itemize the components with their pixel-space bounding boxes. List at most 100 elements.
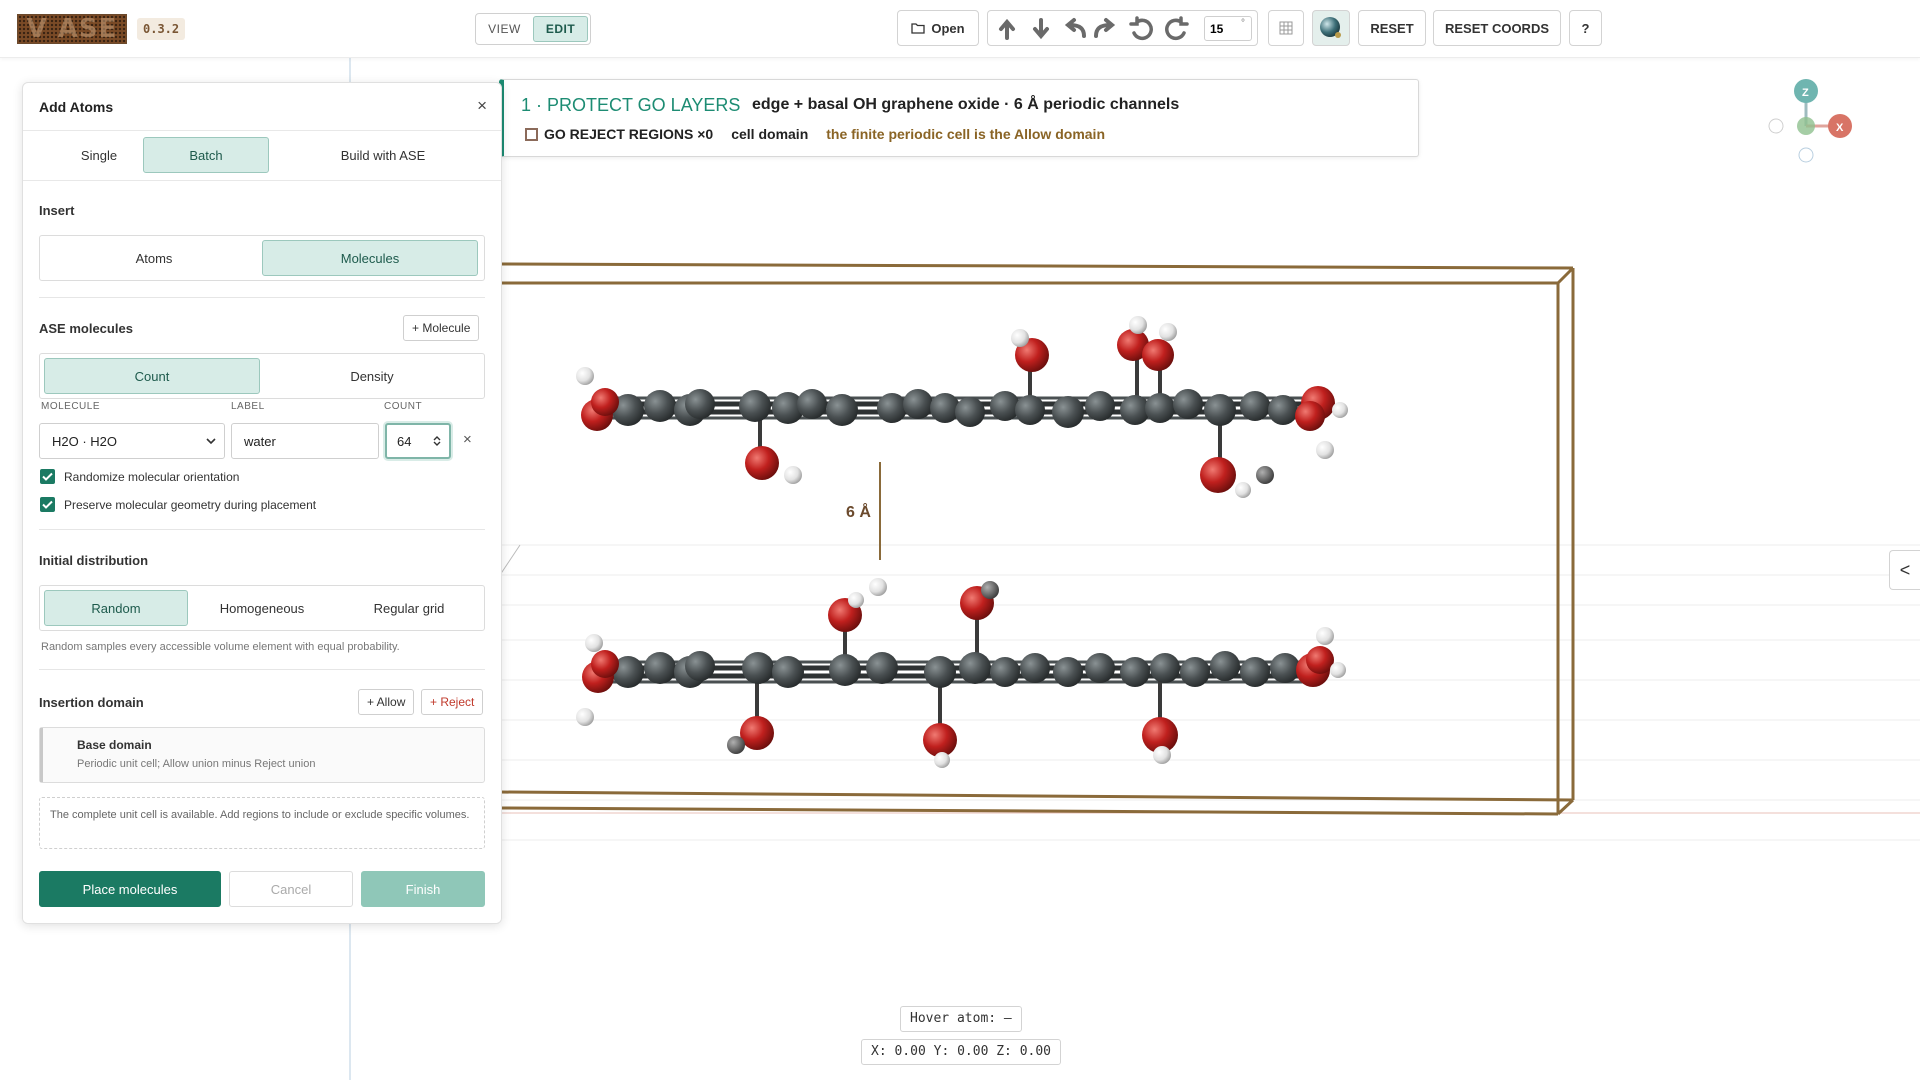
grid-icon <box>1279 21 1293 35</box>
side-panel-toggle[interactable]: < <box>1889 550 1920 590</box>
molecule-column-label: MOLECULE <box>41 401 101 412</box>
grid-toggle-button[interactable] <box>1268 10 1304 46</box>
panel-footer: Place molecules Cancel Finish <box>23 853 501 923</box>
panel-header: Add Atoms × <box>23 83 501 131</box>
checkbox-checked-icon[interactable] <box>40 469 55 484</box>
close-button[interactable]: × <box>477 96 487 116</box>
reset-button[interactable]: RESET <box>1358 10 1426 46</box>
checkbox-checked-icon[interactable] <box>40 497 55 512</box>
distribution-regular-grid-option[interactable]: Regular grid <box>336 590 482 626</box>
label-column-label: LABEL <box>231 401 265 412</box>
floor-grid <box>500 544 1920 841</box>
banner-details: GO REJECT REGIONS ×0 cell domain the fin… <box>525 126 1105 142</box>
count-mode-option[interactable]: Count <box>44 358 260 394</box>
domain-note: The complete unit cell is available. Add… <box>39 797 485 849</box>
molecule-amount-mode: Count Density <box>39 353 485 399</box>
preserve-geometry-label: Preserve molecular geometry during place… <box>64 497 317 512</box>
finish-button[interactable]: Finish <box>361 871 485 907</box>
chevron-down-icon <box>206 437 216 444</box>
render-style-button[interactable] <box>1312 10 1350 46</box>
tab-build-with-ase[interactable]: Build with ASE <box>283 137 483 173</box>
panel-title: Add Atoms <box>39 99 114 115</box>
molecule-count-stepper[interactable]: 64 <box>385 423 451 459</box>
rotate-down-icon[interactable] <box>1028 16 1054 42</box>
open-label: Open <box>931 20 965 36</box>
insert-type-selector: Atoms Molecules <box>39 235 485 281</box>
world-axis-diagonal <box>499 544 521 576</box>
axis-gizmo[interactable]: Z X <box>1768 79 1852 163</box>
add-atoms-panel: Add Atoms × Single Batch Build with ASE … <box>22 82 502 924</box>
gap-label: 6 Å <box>846 502 871 521</box>
reset-coords-button[interactable]: RESET COORDS <box>1433 10 1561 46</box>
insertion-domain-title: Insertion domain <box>39 695 144 710</box>
coordinates-readout: X: 0.00 Y: 0.00 Z: 0.00 <box>861 1039 1062 1065</box>
density-mode-option[interactable]: Density <box>262 358 482 394</box>
base-domain-description: Periodic unit cell; Allow union minus Re… <box>77 758 316 770</box>
distribution-hint: Random samples every accessible volume e… <box>41 641 400 653</box>
section-divider <box>39 669 485 670</box>
gizmo-z-label: Z <box>1802 87 1809 99</box>
folder-icon <box>911 23 926 34</box>
panel-tabs: Single Batch Build with ASE <box>23 131 501 181</box>
reject-regions-text: GO REJECT REGIONS ×0 <box>544 126 714 142</box>
distribution-selector: Random Homogeneous Regular grid <box>39 585 485 631</box>
scenario-banner: 1 · PROTECT GO LAYERS edge + basal OH gr… <box>499 79 1419 157</box>
base-domain-bar <box>40 728 43 782</box>
edit-mode-button[interactable]: EDIT <box>533 16 588 42</box>
roll-ccw-icon[interactable] <box>1128 16 1154 42</box>
molecule-select-value: H2O · H2O <box>52 433 118 449</box>
add-reject-region-button[interactable]: + Reject <box>421 689 484 715</box>
top-go-layer[interactable] <box>576 316 1348 498</box>
gizmo-neg-x <box>1768 118 1784 134</box>
gizmo-neg-y <box>1798 147 1814 163</box>
open-button[interactable]: Open <box>897 10 979 46</box>
roll-cw-icon[interactable] <box>1164 16 1190 42</box>
help-button[interactable]: ? <box>1569 10 1602 46</box>
ase-molecules-title: ASE molecules <box>39 321 133 336</box>
bottom-go-layer[interactable] <box>576 578 1346 768</box>
randomize-orientation-checkbox[interactable]: Randomize molecular orientation <box>40 469 239 484</box>
sphere-render-icon <box>1320 17 1341 38</box>
cell-domain-text: cell domain <box>731 126 809 142</box>
randomize-orientation-label: Randomize molecular orientation <box>64 469 240 484</box>
section-divider <box>39 529 485 530</box>
rotate-right-icon[interactable] <box>1092 16 1118 42</box>
cancel-button[interactable]: Cancel <box>229 871 353 907</box>
tab-single[interactable]: Single <box>39 137 159 173</box>
rotation-controls: ° <box>987 10 1258 46</box>
distribution-random-option[interactable]: Random <box>44 590 188 626</box>
insert-molecules-option[interactable]: Molecules <box>262 240 478 276</box>
hover-atom-readout: Hover atom: – <box>900 1006 1022 1032</box>
view-mode-button[interactable]: VIEW <box>478 16 531 42</box>
base-domain-card[interactable]: Base domain Periodic unit cell; Allow un… <box>39 727 485 783</box>
distribution-title: Initial distribution <box>39 553 149 568</box>
insert-atoms-option[interactable]: Atoms <box>44 240 264 276</box>
insert-section-title: Insert <box>39 203 75 218</box>
rotate-up-icon[interactable] <box>994 16 1020 42</box>
allow-note-text: the finite periodic cell is the Allow do… <box>826 126 1105 142</box>
place-molecules-button[interactable]: Place molecules <box>39 871 221 907</box>
stepper-arrows-icon[interactable] <box>433 435 441 447</box>
remove-molecule-button[interactable]: × <box>463 431 472 448</box>
molecule-select[interactable]: H2O · H2O <box>39 423 225 459</box>
molecule-count-value: 64 <box>397 433 412 449</box>
top-toolbar: V ASE 0.3.2 VIEW EDIT Open ° RESET RESET… <box>0 0 1920 58</box>
base-domain-title: Base domain <box>77 738 152 752</box>
molecule-label-input[interactable] <box>231 423 379 459</box>
rotate-left-icon[interactable] <box>1062 16 1088 42</box>
gizmo-x-label: X <box>1836 122 1844 134</box>
add-allow-region-button[interactable]: + Allow <box>358 689 415 715</box>
mode-toggle: VIEW EDIT <box>475 13 591 45</box>
app-logo: V ASE <box>17 14 127 44</box>
distribution-homogeneous-option[interactable]: Homogeneous <box>190 590 334 626</box>
add-molecule-button[interactable]: + Molecule <box>403 315 480 341</box>
banner-subtitle: edge + basal OH graphene oxide · 6 Å per… <box>752 96 1180 113</box>
tab-batch[interactable]: Batch <box>143 137 269 173</box>
reject-swatch <box>525 127 538 141</box>
gizmo-center <box>1797 117 1815 135</box>
section-divider <box>39 297 485 298</box>
banner-title: 1 · PROTECT GO LAYERS <box>521 95 741 115</box>
preserve-geometry-checkbox[interactable]: Preserve molecular geometry during place… <box>40 497 316 512</box>
logo-text: V ASE <box>26 14 118 44</box>
count-column-label: COUNT <box>384 401 423 412</box>
